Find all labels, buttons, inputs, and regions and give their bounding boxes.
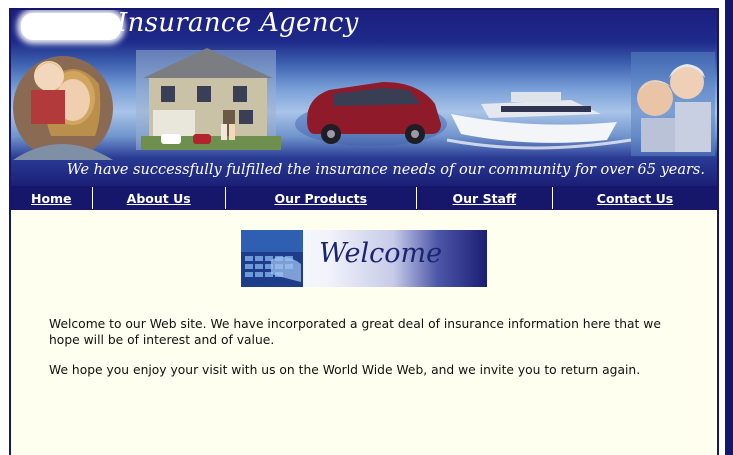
nav-contact-us[interactable]: Contact Us (553, 187, 717, 209)
logo-redacted (21, 13, 121, 40)
nav-our-products[interactable]: Our Products (226, 187, 417, 209)
nav-our-staff[interactable]: Our Staff (417, 187, 553, 209)
minivan-photo (295, 82, 447, 146)
welcome-heading: Welcome (319, 238, 443, 269)
right-edge-bar (725, 0, 733, 455)
main-content: Welcome Welcome to our Web site. We have… (11, 210, 717, 455)
page-frame: Insurance Agency We have successfully fu… (9, 8, 719, 455)
house-photo (136, 48, 281, 150)
family-photo (13, 56, 113, 160)
couple-photo (631, 52, 715, 156)
boat-photo (446, 92, 632, 150)
nav-about-us[interactable]: About Us (93, 187, 226, 209)
page-title: Insurance Agency (117, 10, 359, 38)
welcome-paragraph: Welcome to our Web site. We have incorpo… (49, 317, 661, 347)
main-nav: Home About Us Our Products Our Staff Con… (11, 187, 717, 209)
invite-paragraph: We hope you enjoy your visit with us on … (49, 363, 641, 377)
welcome-banner: Welcome (241, 230, 487, 287)
header-banner: Insurance Agency We have successfully fu… (11, 10, 717, 186)
nav-home[interactable]: Home (11, 187, 93, 209)
keyboard-photo (241, 230, 303, 287)
header-tagline: We have successfully fulfilled the insur… (66, 162, 705, 178)
header-photo-collage (13, 48, 715, 160)
right-edge-strip (719, 0, 733, 455)
